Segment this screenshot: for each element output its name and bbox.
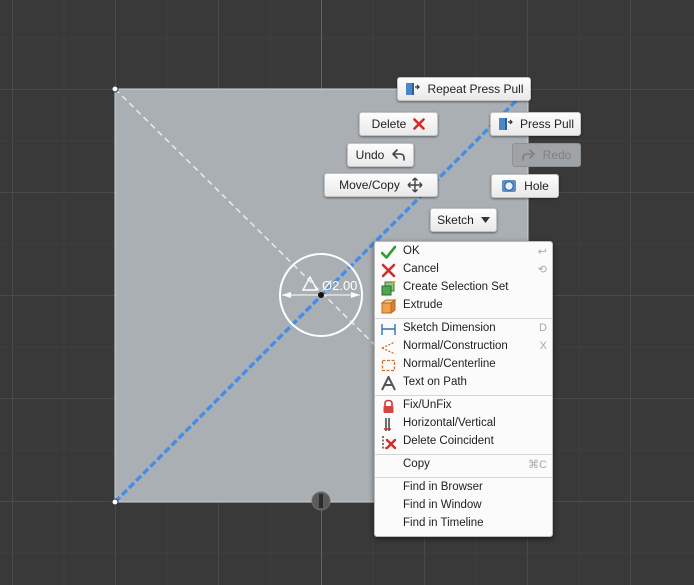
selection-set-icon xyxy=(381,280,396,296)
circle-center-point[interactable] xyxy=(318,292,324,298)
delete-button[interactable]: Delete xyxy=(359,112,438,136)
extrude-icon xyxy=(380,299,397,314)
horizontal-vertical-icon xyxy=(381,417,396,432)
menu-item-delete-coincident[interactable]: Delete Coincident xyxy=(375,433,552,451)
context-menu: OK ↩ Cancel ⟲ Create Selection Set Extru… xyxy=(374,241,553,537)
delete-label: Delete xyxy=(371,117,407,131)
sketch-dropdown-button[interactable]: Sketch xyxy=(430,208,497,232)
menu-item-find-in-window[interactable]: Find in Window xyxy=(375,497,552,515)
repeat-press-pull-button[interactable]: Repeat Press Pull xyxy=(397,77,531,101)
menu-separator xyxy=(375,454,552,455)
hole-icon xyxy=(501,178,517,194)
press-pull-icon xyxy=(497,116,513,132)
menu-item-text-on-path[interactable]: Text on Path xyxy=(375,374,552,392)
press-pull-button[interactable]: Press Pull xyxy=(490,112,581,136)
construction-icon xyxy=(381,340,396,355)
redo-arrow-icon xyxy=(521,149,536,161)
menu-item-horizontal-vertical[interactable]: Horizontal/Vertical xyxy=(375,415,552,433)
menu-item-fix-unfix[interactable]: Fix/UnFix xyxy=(375,397,552,415)
redo-button[interactable]: Redo xyxy=(512,143,581,167)
menu-separator xyxy=(375,477,552,478)
menu-separator xyxy=(375,395,552,396)
menu-item-ok[interactable]: OK ↩ xyxy=(375,243,552,261)
undo-arrow-icon xyxy=(391,149,406,161)
move-copy-label: Move/Copy xyxy=(339,178,400,192)
origin-point-mark xyxy=(319,494,323,508)
menu-item-normal-construction[interactable]: Normal/Construction X xyxy=(375,338,552,356)
hole-button[interactable]: Hole xyxy=(491,174,559,198)
undo-button[interactable]: Undo xyxy=(347,143,414,167)
repeat-press-pull-label: Repeat Press Pull xyxy=(427,82,524,96)
text-icon xyxy=(381,374,396,391)
menu-separator xyxy=(375,318,552,319)
move-copy-button[interactable]: Move/Copy xyxy=(324,173,438,197)
menu-item-normal-centerline[interactable]: Normal/Centerline xyxy=(375,356,552,374)
checkmark-icon xyxy=(380,245,397,260)
menu-item-cancel[interactable]: Cancel ⟲ xyxy=(375,261,552,279)
undo-label: Undo xyxy=(355,148,385,162)
corner-point-bottom-left[interactable] xyxy=(111,498,119,506)
sketch-label: Sketch xyxy=(437,213,474,227)
lock-icon xyxy=(381,399,396,414)
press-pull-label: Press Pull xyxy=(519,117,575,131)
delete-coincident-icon xyxy=(381,435,397,450)
centerline-icon xyxy=(381,358,396,373)
menu-item-sketch-dimension[interactable]: Sketch Dimension D xyxy=(375,320,552,338)
triangle-down-icon xyxy=(480,216,490,224)
corner-point-top-left[interactable] xyxy=(111,85,119,93)
menu-item-find-in-browser[interactable]: Find in Browser xyxy=(375,479,552,497)
menu-item-extrude[interactable]: Extrude xyxy=(375,297,552,315)
hole-label: Hole xyxy=(524,179,549,193)
menu-item-create-selection-set[interactable]: Create Selection Set xyxy=(375,279,552,297)
redo-label: Redo xyxy=(542,148,572,162)
red-x-icon xyxy=(381,263,396,278)
press-pull-icon xyxy=(404,81,421,97)
menu-item-copy[interactable]: Copy ⌘C xyxy=(375,456,552,474)
move-arrows-icon xyxy=(407,177,423,193)
sketch-canvas[interactable]: Ø2.00 xyxy=(0,0,694,585)
sketch-dimension-icon xyxy=(381,322,396,337)
menu-item-find-in-timeline[interactable]: Find in Timeline xyxy=(375,515,552,533)
red-x-icon xyxy=(413,118,426,130)
dimension-label: Ø2.00 xyxy=(322,278,357,293)
